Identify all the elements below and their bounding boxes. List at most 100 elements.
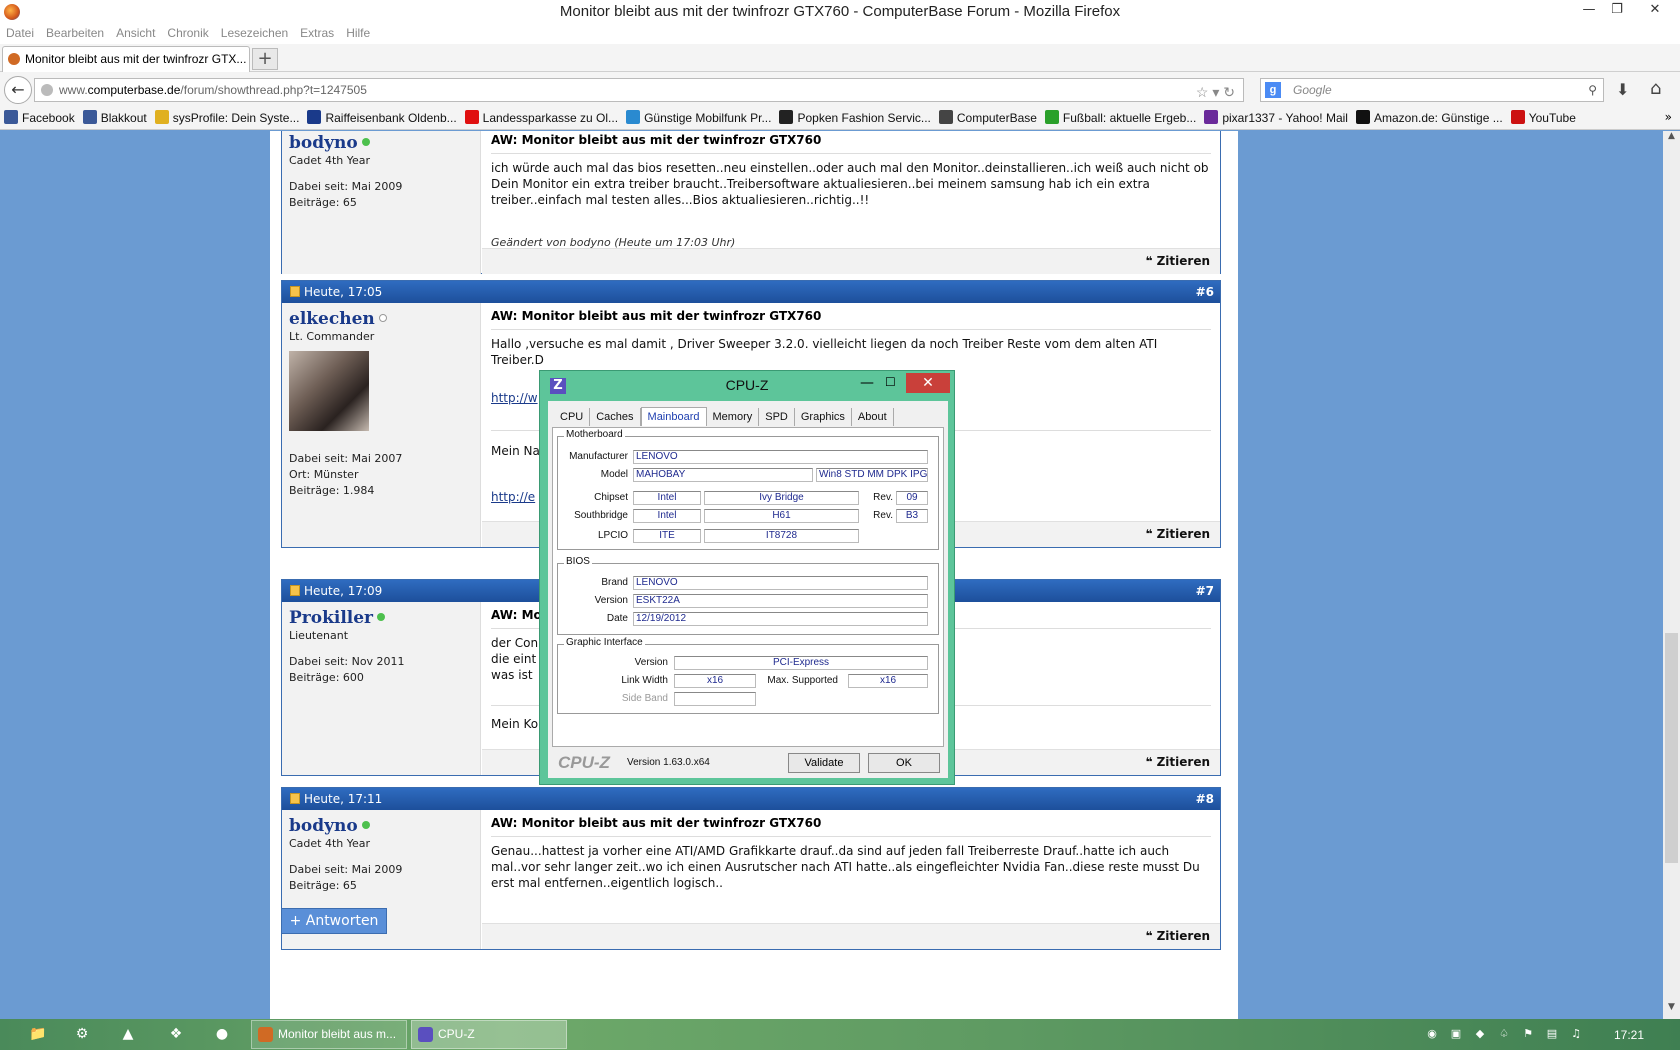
google-engine-icon[interactable]: g [1265,82,1281,98]
post-username[interactable]: Prokiller [289,608,373,628]
menu-chronik[interactable]: Chronik [161,24,214,40]
post-date: Heute, 17:05 [304,285,383,299]
motherboard-group: Motherboard Manufacturer LENOVO Model MA… [557,429,939,550]
tab-caches[interactable]: Caches [590,408,641,426]
download-icon[interactable]: ⬇ [1616,80,1629,99]
bookmark-item[interactable]: Günstige Mobilfunk Pr... [622,106,775,125]
post-link[interactable]: http://w [491,391,538,405]
bookmarks-overflow-icon[interactable]: » [1665,110,1672,124]
user-rank: Lieutenant [289,629,349,642]
tray-nvidia-icon[interactable]: ◆ [1472,1027,1488,1041]
bookmark-item[interactable]: Blakkout [79,106,151,125]
post-username[interactable]: bodyno [289,816,358,836]
tab-about[interactable]: About [852,408,894,426]
cpuz-close-button[interactable]: ✕ [906,373,950,393]
url-domain: computerbase.de [87,83,181,97]
post-number[interactable]: #6 [1196,281,1214,303]
restore-button[interactable]: ❐ [1600,0,1634,20]
menu-bearbeiten[interactable]: Bearbeiten [40,24,110,40]
reply-button[interactable]: + Antworten [281,908,387,934]
post-title: AW: Monitor bleibt aus mit der twinfrozr… [491,133,1211,154]
bookmark-item[interactable]: pixar1337 - Yahoo! Mail [1200,106,1352,125]
file-explorer-icon[interactable]: 📁 [28,1024,48,1044]
bookmark-item[interactable]: sysProfile: Dein Syste... [151,106,304,125]
bios-version-label: Version [594,595,628,606]
bookmark-item[interactable]: YouTube [1507,106,1580,125]
browser-tab[interactable]: Monitor bleibt aus mit der twinfrozr GTX… [2,46,250,72]
bookmark-label: Blakkout [100,111,147,125]
new-tab-button[interactable]: + [252,48,278,70]
cpuz-minimize-button[interactable]: — [860,375,874,391]
post-username[interactable]: elkechen [289,309,375,329]
tab-memory[interactable]: Memory [707,408,760,426]
bookmark-item[interactable]: Fußball: aktuelle Ergeb... [1041,106,1200,125]
quote-button[interactable]: ❝ Zitieren [1146,929,1210,943]
post-footer: ❝ Zitieren [482,248,1220,274]
steam-icon[interactable]: ⚙ [72,1024,92,1044]
cpuz-version: Version 1.63.0.x64 [627,757,710,768]
taskbar-firefox-label: Monitor bleibt aus m... [278,1027,397,1041]
post-date-icon [290,585,300,596]
bookmark-item[interactable]: Raiffeisenbank Oldenb... [303,106,460,125]
user-joined: Dabei seit: Mai 2007 [289,452,403,465]
quote-button[interactable]: ❝ Zitieren [1146,254,1210,268]
tray-app-icon[interactable]: ▣ [1448,1027,1464,1041]
scroll-up-icon[interactable]: ▲ [1663,131,1680,148]
tab-spd[interactable]: SPD [759,408,795,426]
tray-flag-icon[interactable]: ⚑ [1520,1027,1536,1041]
menu-ansicht[interactable]: Ansicht [110,24,161,40]
search-icon[interactable]: ⚲ [1588,79,1597,101]
post-text: ich würde auch mal das bios resetten..ne… [491,161,1209,207]
taskbar-firefox[interactable]: Monitor bleibt aus m... [251,1020,407,1049]
bookmark-star-icon[interactable]: ☆ ▾ ↻ [1196,81,1235,103]
tray-antivirus-icon[interactable]: ◉ [1424,1027,1440,1041]
tray-volume-icon[interactable]: ♫ [1568,1027,1584,1041]
url-bar[interactable]: www.computerbase.de/forum/showthread.php… [34,78,1244,102]
menu-extras[interactable]: Extras [294,24,340,40]
app-pin-icon[interactable]: ▲ [118,1024,138,1044]
bookmark-item[interactable]: Amazon.de: Günstige ... [1352,106,1507,125]
dropbox-icon[interactable]: ❖ [166,1024,186,1044]
validate-button[interactable]: Validate [788,753,860,773]
ok-button[interactable]: OK [868,753,940,773]
post-date-icon [290,793,300,804]
taskbar-cpuz[interactable]: CPU-Z [411,1020,567,1049]
menu-hilfe[interactable]: Hilfe [340,24,376,40]
avatar[interactable] [289,351,369,431]
close-window-button[interactable]: ✕ [1638,0,1672,20]
cpuz-maximize-button[interactable]: ☐ [885,375,896,389]
page-scrollbar[interactable]: ▲ ▼ [1663,131,1680,1019]
bios-brand-value: LENOVO [633,576,928,590]
post-number[interactable]: #7 [1196,580,1214,602]
search-input[interactable]: g Google ⚲ [1260,78,1604,102]
media-player-icon[interactable]: ● [212,1024,232,1044]
bookmark-item[interactable]: Popken Fashion Servic... [775,106,934,125]
tab-mainboard[interactable]: Mainboard [640,407,707,426]
scroll-down-icon[interactable]: ▼ [1663,1002,1680,1019]
menu-datei[interactable]: Datei [0,24,40,40]
bookmark-item[interactable]: ComputerBase [935,106,1041,125]
quote-button[interactable]: ❝ Zitieren [1146,527,1210,541]
firefox-task-icon [258,1027,273,1042]
quote-icon: ❝ [1145,254,1153,268]
home-icon[interactable]: ⌂ [1650,78,1661,99]
tray-avira-icon[interactable]: ♤ [1496,1027,1512,1041]
post-number[interactable]: #8 [1196,788,1214,810]
post-5: bodyno Cadet 4th Year Dabei seit: Mai 20… [281,131,1221,274]
bookmark-item[interactable]: Facebook [0,106,79,125]
menu-lesezeichen[interactable]: Lesezeichen [215,24,294,40]
southbridge-value: H61 [704,509,859,523]
tray-network-icon[interactable]: ▤ [1544,1027,1560,1041]
tab-graphics[interactable]: Graphics [795,408,852,426]
taskbar-clock[interactable]: 17:21 [1614,1028,1644,1042]
cpuz-titlebar[interactable]: Z CPU-Z — ☐ ✕ [540,371,954,399]
back-button[interactable]: ← [4,76,32,104]
scrollbar-thumb[interactable] [1665,633,1678,863]
signature-link[interactable]: http://e [491,490,535,504]
tab-cpu[interactable]: CPU [554,408,591,426]
search-placeholder: Google [1293,83,1332,97]
user-rank: Cadet 4th Year [289,154,371,167]
quote-button[interactable]: ❝ Zitieren [1146,755,1210,769]
post-username[interactable]: bodyno [289,133,358,153]
bookmark-item[interactable]: Landessparkasse zu Ol... [461,106,622,125]
